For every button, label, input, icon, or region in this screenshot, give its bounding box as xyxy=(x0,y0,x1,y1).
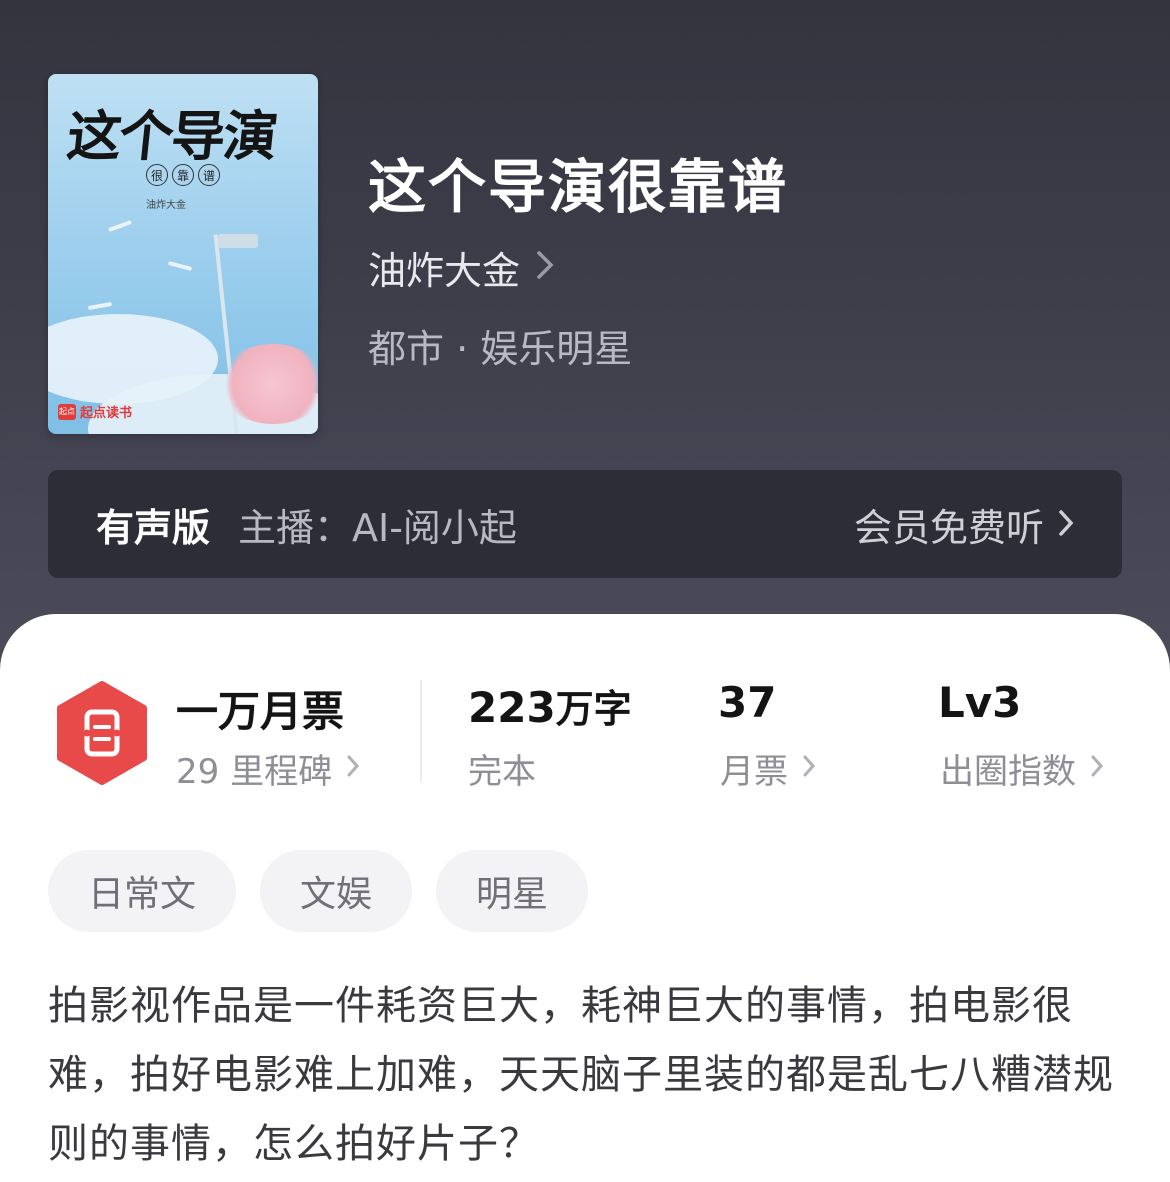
chevron-right-icon xyxy=(1090,751,1104,786)
book-detail-card: 一万月票 29 里程碑 223万字 完本 37 月票 Lv3 出圈指数 日常文 … xyxy=(0,614,1170,1182)
cover-subtitle-char: 谱 xyxy=(198,164,220,186)
cover-subtitle: 很 靠 谱 xyxy=(146,164,220,186)
cover-subtitle-char: 很 xyxy=(146,164,168,186)
milestone-link[interactable]: 29 里程碑 xyxy=(176,744,360,793)
cover-subtitle-char: 靠 xyxy=(172,164,194,186)
popularity-index-link[interactable]: 出圈指数 xyxy=(940,744,1104,793)
ticket-count: 一万月票 xyxy=(176,687,345,736)
cover-lamp xyxy=(218,234,258,248)
chevron-right-icon xyxy=(802,751,816,786)
monthly-ticket-count: 37 xyxy=(718,678,777,727)
word-count-number: 223 xyxy=(468,683,556,732)
audiobook-label: 有声版 xyxy=(96,505,211,550)
cover-blossom xyxy=(218,344,318,424)
cover-title: 这个导演 xyxy=(64,105,279,168)
member-free-listen-button[interactable]: 会员免费听 xyxy=(854,497,1074,552)
book-cover[interactable]: 这个导演 很 靠 谱 油炸大金 起点 起点读书 xyxy=(48,74,318,434)
book-title: 这个导演很靠谱 xyxy=(368,153,789,221)
word-count-unit: 万字 xyxy=(555,687,632,731)
monthly-ticket-icon xyxy=(54,680,150,786)
publisher-badge-icon: 起点 xyxy=(58,403,76,420)
popularity-index-label: 出圈指数 xyxy=(940,752,1076,792)
monthly-ticket-link[interactable]: 月票 xyxy=(720,744,816,793)
monthly-ticket-label: 月票 xyxy=(720,752,788,792)
cover-bird xyxy=(167,260,193,272)
tag-chip[interactable]: 明星 xyxy=(436,850,589,932)
author-name: 油炸大金 xyxy=(368,249,521,293)
book-genre: 都市 · 娱乐明星 xyxy=(368,327,633,371)
cover-author: 油炸大金 xyxy=(146,200,186,211)
tag-chip[interactable]: 日常文 xyxy=(48,850,237,932)
word-count: 223万字 xyxy=(468,678,632,733)
author-link[interactable]: 油炸大金 xyxy=(368,240,554,295)
completion-status: 完本 xyxy=(468,752,536,792)
chevron-right-icon xyxy=(346,751,360,786)
audiobook-bar[interactable]: 有声版 主播：AI-阅小起 会员免费听 xyxy=(48,470,1122,578)
audiobook-host: 主播：AI-阅小起 xyxy=(238,505,517,550)
cover-publisher-logo: 起点 起点读书 xyxy=(58,402,132,421)
popularity-level: Lv3 xyxy=(938,678,1022,727)
chevron-right-icon xyxy=(536,250,554,286)
milestone-label: 29 里程碑 xyxy=(176,752,333,792)
tag-list: 日常文 文娱 明星 xyxy=(48,850,589,932)
publisher-name: 起点读书 xyxy=(80,406,133,421)
stat-divider xyxy=(420,680,422,782)
chevron-right-icon xyxy=(1058,502,1074,546)
cover-bird xyxy=(108,220,132,232)
cover-bird xyxy=(87,301,113,311)
tag-chip[interactable]: 文娱 xyxy=(260,850,413,932)
book-description[interactable]: 拍影视作品是一件耗资巨大，耗神巨大的事情，拍电影很难，拍好电影难上加难，天天脑子… xyxy=(48,972,1124,1179)
member-free-listen-label: 会员免费听 xyxy=(853,505,1044,550)
